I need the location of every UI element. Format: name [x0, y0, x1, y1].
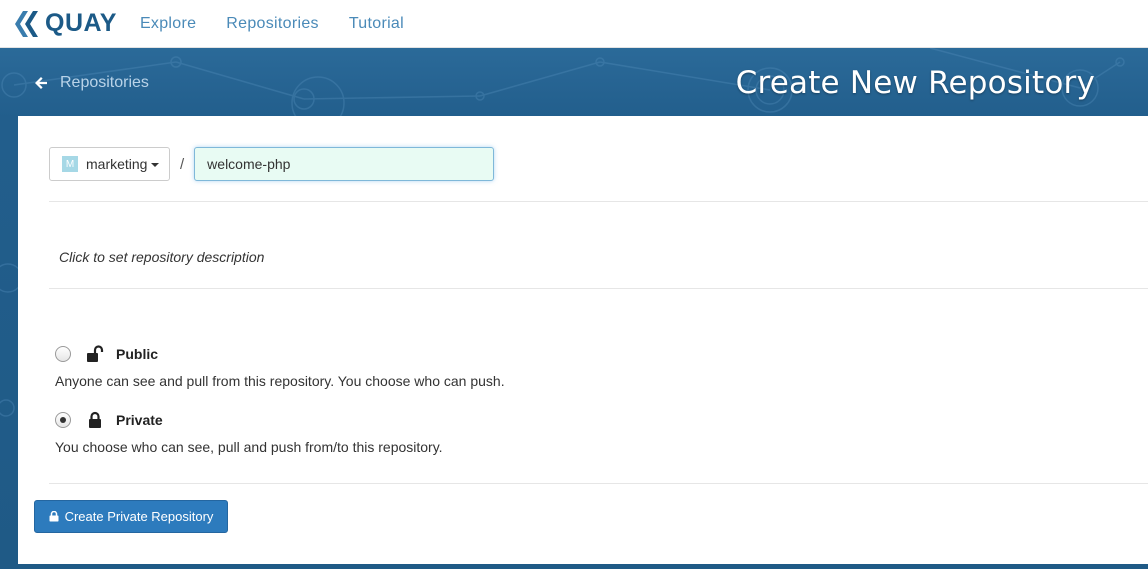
repository-description-editor[interactable]: Click to set repository description: [59, 249, 264, 265]
back-to-repositories-link[interactable]: Repositories: [34, 74, 149, 92]
repo-name-row: M marketing /: [49, 147, 495, 181]
brand-text: QUAY: [45, 9, 117, 37]
private-radio[interactable]: [55, 412, 71, 428]
public-radio[interactable]: [55, 346, 71, 362]
create-repository-button[interactable]: Create Private Repository: [34, 500, 228, 533]
top-navbar: QUAY Explore Repositories Tutorial: [0, 0, 1148, 48]
page-title: Create New Repository: [735, 65, 1095, 101]
private-description: You choose who can see, pull and push fr…: [55, 439, 443, 455]
visibility-public-option[interactable]: Public: [55, 345, 158, 363]
lock-icon: [49, 511, 59, 522]
quay-logo[interactable]: QUAY: [14, 0, 117, 48]
arrow-left-icon: [35, 77, 47, 89]
lock-icon: [89, 411, 101, 428]
nav-tutorial[interactable]: Tutorial: [349, 15, 404, 33]
create-repo-form: M marketing / Click to set repository de…: [18, 116, 1148, 564]
public-label: Public: [116, 346, 159, 362]
create-button-label: Create Private Repository: [64, 509, 214, 524]
unlock-icon: [87, 345, 104, 362]
quay-logo-icon: [15, 10, 38, 37]
caret-down-icon: [151, 163, 160, 167]
private-label: Private: [116, 412, 163, 428]
namespace-separator: /: [180, 155, 185, 173]
main-nav: Explore Repositories Tutorial: [140, 15, 434, 33]
divider: [49, 483, 1148, 484]
namespace-name: marketing: [86, 156, 148, 172]
repository-name-input[interactable]: [194, 147, 495, 181]
nav-repositories[interactable]: Repositories: [226, 15, 319, 33]
visibility-private-option[interactable]: Private: [55, 411, 163, 429]
divider: [49, 201, 1148, 202]
public-description: Anyone can see and pull from this reposi…: [55, 373, 505, 389]
back-link-label: Repositories: [60, 74, 149, 91]
nav-explore[interactable]: Explore: [140, 15, 196, 33]
namespace-dropdown[interactable]: M marketing: [49, 147, 170, 181]
divider: [49, 288, 1148, 289]
namespace-avatar: M: [62, 156, 78, 172]
